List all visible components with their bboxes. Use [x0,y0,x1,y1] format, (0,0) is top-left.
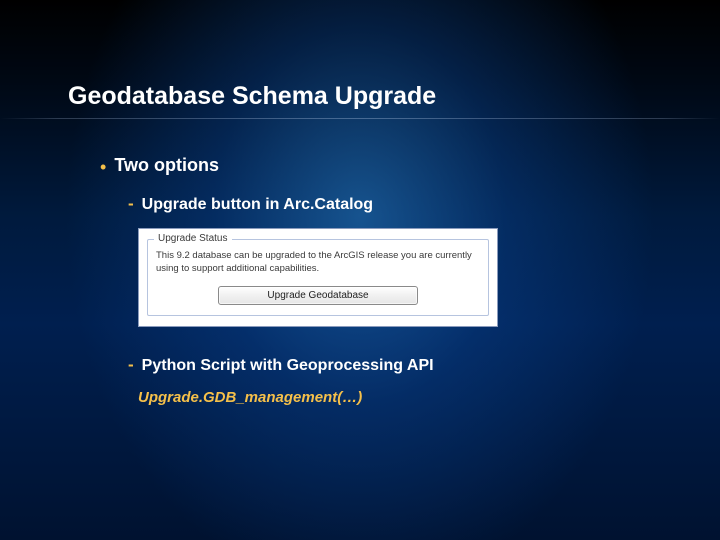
groupbox-title: Upgrade Status [154,233,232,244]
sub-bullet-item: - Python Script with Geoprocessing API [128,355,660,375]
dialog-window: Upgrade Status This 9.2 database can be … [138,228,498,327]
title-underline [0,118,720,119]
bullet-text: Two options [114,155,219,176]
dialog-screenshot: Upgrade Status This 9.2 database can be … [138,228,660,327]
sub-bullet-text: Upgrade button in Arc.Catalog [142,196,373,214]
upgrade-status-groupbox: Upgrade Status This 9.2 database can be … [147,239,489,316]
bullet-item: • Two options [100,155,660,176]
slide-title: Geodatabase Schema Upgrade [68,82,436,111]
sub-bullet-marker: - [128,194,134,214]
upgrade-geodatabase-button[interactable]: Upgrade Geodatabase [218,286,418,305]
slide-content: • Two options - Upgrade button in Arc.Ca… [100,155,660,406]
bullet-marker: • [100,158,106,176]
sub-bullet-text: Python Script with Geoprocessing API [142,357,434,375]
code-sample: Upgrade.GDB_management(…) [138,389,660,406]
sub-bullet-marker: - [128,355,134,375]
sub-bullet-item: - Upgrade button in Arc.Catalog [128,194,660,214]
upgrade-status-text: This 9.2 database can be upgraded to the… [156,250,480,276]
